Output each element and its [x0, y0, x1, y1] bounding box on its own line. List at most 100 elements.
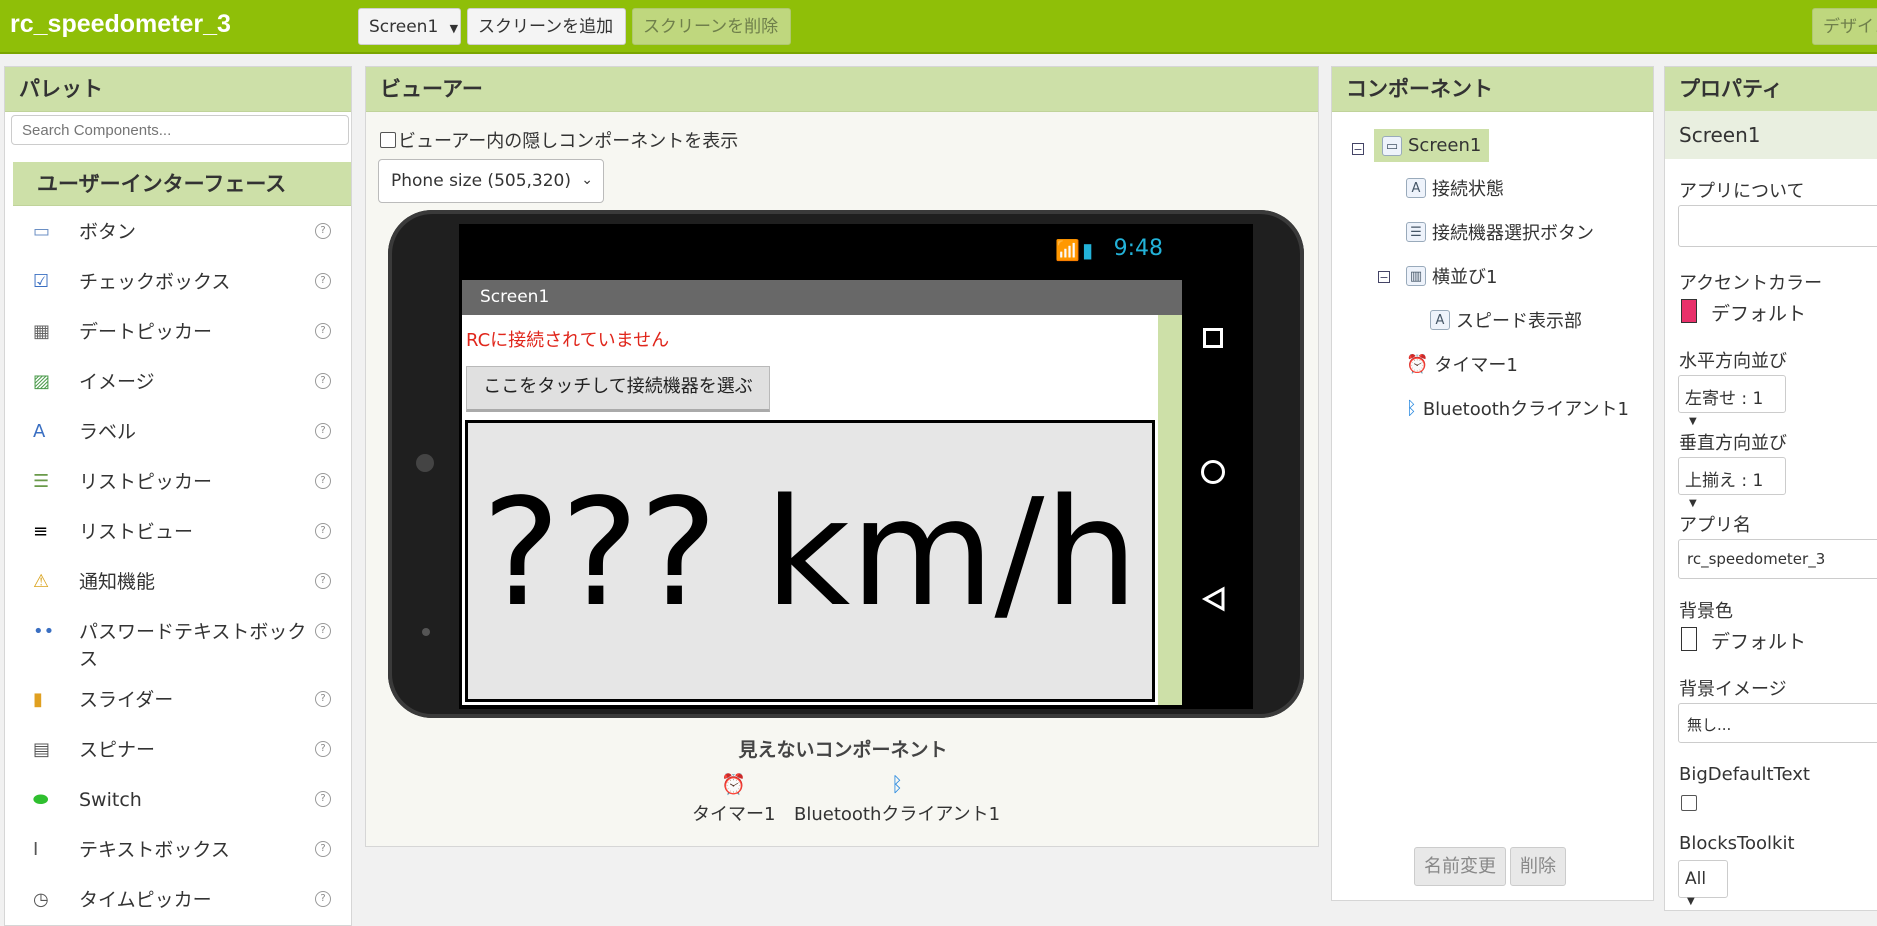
palette-item[interactable]: ▮ スライダー?: [13, 675, 351, 725]
help-icon[interactable]: ?: [315, 373, 331, 389]
speed-display[interactable]: ??? km/h: [465, 420, 1155, 702]
palette-item[interactable]: ☑ チェックボックス?: [13, 257, 351, 307]
help-icon[interactable]: ?: [315, 691, 331, 707]
tree-item-screen1[interactable]: ▭ Screen1: [1374, 129, 1490, 162]
help-icon[interactable]: ?: [315, 791, 331, 807]
palette-item-label: ラベル: [79, 421, 137, 443]
collapse-screen-icon[interactable]: −: [1352, 143, 1364, 155]
help-icon[interactable]: ?: [315, 623, 331, 639]
notifier-icon: ⚠: [33, 571, 50, 592]
help-icon[interactable]: ?: [315, 573, 331, 589]
components-title: コンポーネント: [1332, 67, 1653, 112]
about-textarea[interactable]: [1678, 205, 1877, 247]
palette-item-label: テキストボックス: [79, 839, 230, 861]
slider-icon: ▮: [33, 689, 43, 710]
dropdown-arrow-icon: ▼: [1689, 498, 1697, 509]
about-label: アプリについて: [1679, 181, 1805, 202]
palette-item[interactable]: ◷ タイムピッカー?: [13, 875, 351, 925]
delete-button[interactable]: 削除: [1510, 847, 1566, 886]
add-screen-button[interactable]: スクリーンを追加: [467, 8, 626, 45]
show-hidden-checkbox[interactable]: ビューアー内の隠しコンポーネントを表示: [380, 127, 738, 153]
palette-item-label: スピナー: [79, 739, 156, 761]
app-screen[interactable]: Screen1 RCに接続されていません ここをタッチして接続機器を選ぶ ???…: [462, 280, 1182, 705]
palette-item[interactable]: ▦ デートピッカー?: [13, 307, 351, 357]
speed-text: ??? km/h: [481, 467, 1139, 639]
screen-select[interactable]: Screen1 ▼: [358, 8, 461, 45]
listpicker-icon: ☰: [1406, 222, 1426, 242]
bigtext-label: BigDefaultText: [1679, 764, 1810, 785]
select-device-button[interactable]: ここをタッチして接続機器を選ぶ: [466, 366, 770, 412]
help-icon[interactable]: ?: [315, 323, 331, 339]
palette-category-header[interactable]: ユーザーインターフェース: [13, 162, 351, 206]
tree-label-arrangement: 横並び1: [1432, 267, 1498, 288]
help-icon[interactable]: ?: [315, 273, 331, 289]
help-icon[interactable]: ?: [315, 423, 331, 439]
bgcolor-value[interactable]: デフォルト: [1711, 627, 1806, 654]
bgcolor-swatch[interactable]: [1681, 627, 1697, 651]
palette-item[interactable]: ▤ スピナー?: [13, 725, 351, 775]
collapse-arrangement-icon[interactable]: −: [1378, 271, 1390, 283]
checkbox-icon: ☑: [33, 271, 50, 292]
accent-color-label: アクセントカラー: [1679, 273, 1823, 294]
toolkit-select[interactable]: All ▼: [1678, 860, 1728, 907]
switch-icon: ⬬: [33, 789, 49, 810]
palette-item-label: 通知機能: [79, 571, 156, 593]
tree-item-picker-button[interactable]: ☰ 接続機器選択ボタン: [1406, 219, 1594, 245]
phone-preview: 📶▮ 9:48 Screen1 RCに接続されていません ここをタッチして接続機…: [388, 210, 1304, 718]
top-bar: rc_speedometer_3 Screen1 ▼ スクリーンを追加 スクリー…: [0, 0, 1877, 54]
palette-item[interactable]: I テキストボックス?: [13, 825, 351, 875]
properties-component-name: Screen1: [1665, 111, 1877, 159]
home-icon: [1201, 460, 1225, 484]
show-hidden-label: ビューアー内の隠しコンポーネントを表示: [398, 131, 739, 152]
checkbox-icon[interactable]: [380, 132, 396, 148]
search-components-input[interactable]: [11, 115, 349, 145]
accent-color-value[interactable]: デフォルト: [1711, 299, 1806, 326]
palette-item[interactable]: ⚠ 通知機能?: [13, 557, 351, 607]
tree-item-arrangement[interactable]: ▥ 横並び1: [1406, 263, 1497, 289]
bigtext-checkbox[interactable]: [1681, 795, 1697, 811]
bgimage-label: 背景イメージ: [1679, 679, 1787, 700]
remove-screen-button[interactable]: スクリーンを削除: [632, 8, 791, 45]
help-icon[interactable]: ?: [315, 841, 331, 857]
screen-scroll-strip: [1158, 315, 1182, 705]
components-panel: コンポーネント − ▭ Screen1 A 接続状態 ☰ 接続機器選択ボタン −…: [1331, 66, 1654, 901]
dropdown-arrow-icon: ▼: [1687, 896, 1695, 907]
tree-item-speed-label[interactable]: A スピード表示部: [1430, 307, 1582, 333]
help-icon[interactable]: ?: [315, 223, 331, 239]
timer-icon: ⏰: [1406, 353, 1429, 375]
bgimage-input[interactable]: 無し...: [1678, 703, 1877, 743]
palette-item[interactable]: ▨ イメージ?: [13, 357, 351, 407]
palette-item-label: タイムピッカー: [79, 889, 212, 911]
properties-panel: プロパティ Screen1 アプリについて アクセントカラー デフォルト 水平方…: [1664, 66, 1877, 911]
appname-input[interactable]: rc_speedometer_3: [1678, 539, 1877, 579]
help-icon[interactable]: ?: [315, 523, 331, 539]
halign-select[interactable]: 左寄せ : 1 ▼: [1678, 375, 1786, 427]
palette-item[interactable]: ☰ リストピッカー?: [13, 457, 351, 507]
valign-select[interactable]: 上揃え : 1 ▼: [1678, 457, 1786, 509]
help-icon[interactable]: ?: [315, 891, 331, 907]
accent-color-swatch[interactable]: [1681, 299, 1697, 323]
nonvisible-timer-label: タイマー1: [692, 804, 776, 825]
nonvisible-bluetooth[interactable]: ᛒ Bluetoothクライアント1: [794, 772, 1000, 826]
connection-status-label[interactable]: RCに接続されていません: [466, 326, 669, 352]
palette-item[interactable]: ▭ ボタン?: [13, 207, 351, 257]
image-icon: ▨: [33, 371, 51, 392]
palette-item[interactable]: ⬬ Switch?: [13, 775, 351, 825]
tree-item-bluetooth[interactable]: ᛒ Bluetoothクライアント1: [1406, 395, 1629, 421]
sensor-icon: [422, 628, 430, 636]
tree-item-conn-status[interactable]: A 接続状態: [1406, 175, 1504, 201]
palette-item[interactable]: •• パスワードテキストボックス?: [13, 607, 351, 675]
palette-item[interactable]: ≡ リストビュー?: [13, 507, 351, 557]
palette-item[interactable]: A ラベル?: [13, 407, 351, 457]
listpicker-icon: ☰: [33, 471, 50, 492]
viewer-panel: ビューアー ビューアー内の隠しコンポーネントを表示 Phone size (50…: [365, 66, 1319, 847]
phone-size-select[interactable]: Phone size (505,320) ⌄: [378, 159, 604, 203]
designer-button[interactable]: デザイン編集: [1812, 8, 1877, 45]
help-icon[interactable]: ?: [315, 473, 331, 489]
palette-item-label: スライダー: [79, 689, 174, 711]
timer-icon: ⏰: [721, 772, 747, 796]
tree-item-timer[interactable]: ⏰ タイマー1: [1406, 351, 1518, 377]
help-icon[interactable]: ?: [315, 741, 331, 757]
rename-button[interactable]: 名前変更: [1414, 847, 1506, 886]
nonvisible-timer[interactable]: ⏰ タイマー1: [692, 772, 775, 826]
